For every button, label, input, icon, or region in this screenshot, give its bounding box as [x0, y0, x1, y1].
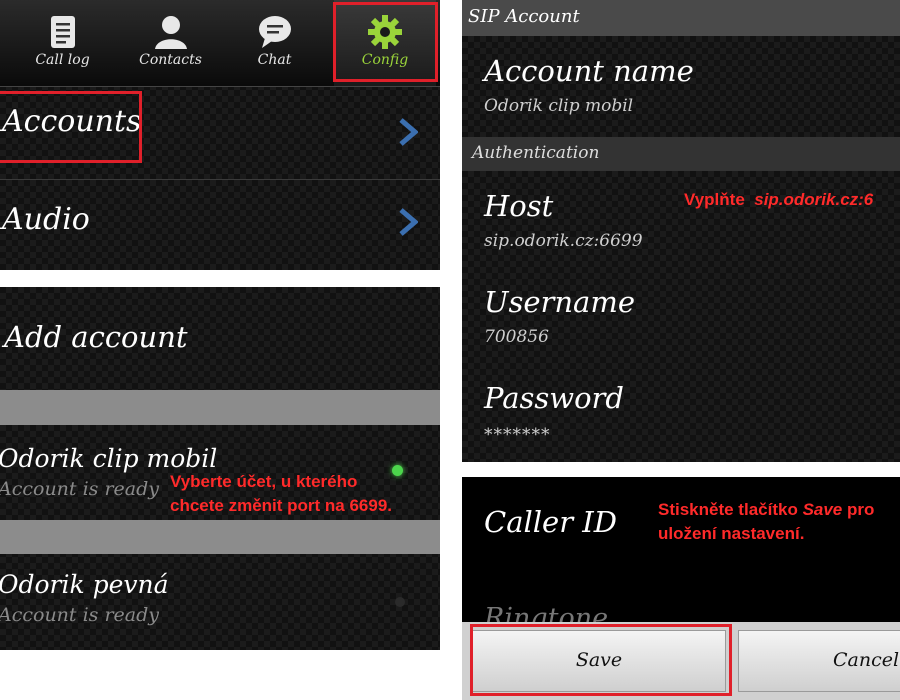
host-field[interactable]: Host sip.odorik.cz:6699	[462, 171, 900, 266]
add-account-label: Add account	[4, 320, 188, 354]
separator	[0, 390, 440, 425]
add-account-button[interactable]: Add account	[0, 287, 440, 390]
annotation-host: Vyplňte sip.odorik.cz:6	[684, 190, 874, 209]
status-indicator	[392, 465, 403, 476]
password-field[interactable]: Password *******	[462, 366, 900, 462]
caller-id-label: Caller ID	[484, 505, 617, 539]
tab-chat[interactable]: Chat	[222, 0, 327, 86]
username-field[interactable]: Username 700856	[462, 268, 900, 363]
password-label: Password	[484, 381, 624, 415]
host-value: sip.odorik.cz:6699	[484, 231, 643, 251]
chevron-right-icon	[399, 208, 418, 236]
cancel-button-label: Cancel	[833, 649, 900, 671]
section-header-authentication: Authentication	[462, 137, 900, 171]
annotation-save-line2: uložení nastavení.	[658, 524, 805, 543]
username-value: 700856	[484, 327, 549, 347]
status-indicator	[395, 597, 405, 607]
annotation-select-account-line2: chcete změnit port na 6699.	[170, 496, 393, 515]
account-name-field[interactable]: Account name Odorik clip mobil	[462, 36, 900, 137]
highlight-accounts	[0, 91, 142, 163]
chevron-right-icon	[399, 118, 418, 146]
separator	[0, 520, 440, 554]
cancel-button[interactable]: Cancel	[738, 630, 900, 692]
account-name-value: Odorik clip mobil	[484, 96, 634, 116]
menu-item-audio[interactable]: Audio	[0, 180, 440, 270]
authentication-fields: Host sip.odorik.cz:6699 Vyplňte sip.odor…	[462, 171, 900, 462]
call-log-icon	[50, 16, 75, 48]
annotation-select-account-line1: Vyberte účet, u kterého	[170, 472, 358, 491]
tab-contacts[interactable]: Contacts	[118, 0, 223, 86]
highlight-save	[470, 624, 732, 696]
account-name: Odorik pevná	[0, 570, 169, 599]
highlight-config-tab	[333, 2, 438, 82]
tab-contacts-label: Contacts	[139, 52, 202, 68]
account-name: Odorik clip mobil	[0, 444, 218, 473]
accounts-screen: Add account Odorik clip mobil Account is…	[0, 287, 440, 650]
password-value: *******	[484, 425, 551, 445]
save-screen: Caller ID Stiskněte tlačítko Save pro ul…	[462, 477, 900, 700]
menu-item-audio-label: Audio	[2, 202, 90, 237]
account-status: Account is ready	[0, 478, 160, 500]
contacts-icon	[154, 16, 187, 49]
host-label: Host	[484, 189, 554, 223]
config-screen: Call log Contacts Chat Config Accounts A…	[0, 0, 440, 270]
tab-call-log[interactable]: Call log	[10, 0, 115, 86]
chat-icon	[258, 16, 291, 48]
section-label: Authentication	[472, 143, 600, 163]
tab-call-log-label: Call log	[35, 52, 90, 68]
dialog-title-bar: SIP Account	[462, 0, 900, 36]
dialog-title: SIP Account	[468, 6, 580, 27]
username-label: Username	[484, 285, 635, 319]
annotation-save-line1: Stiskněte tlačítko Save pro	[658, 500, 875, 519]
account-item-odorik-pevna[interactable]: Odorik pevná Account is ready	[0, 554, 440, 650]
sip-account-screen: SIP Account Account name Odorik clip mob…	[462, 0, 900, 462]
account-name-label: Account name	[484, 54, 694, 88]
tab-chat-label: Chat	[257, 52, 292, 68]
account-status: Account is ready	[0, 604, 160, 626]
